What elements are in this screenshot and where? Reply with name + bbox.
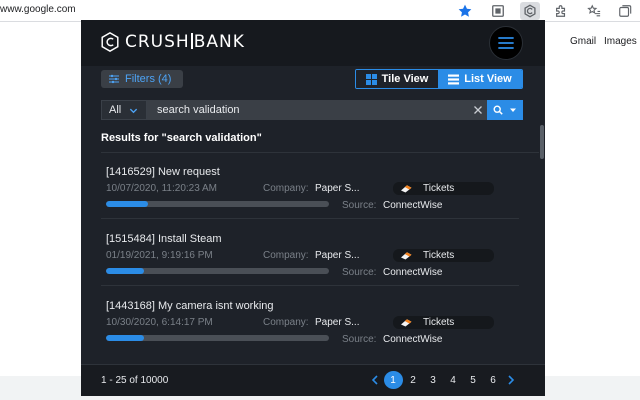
crushbank-logo: CRUSH BANK <box>99 30 245 54</box>
collections-icon <box>619 5 632 17</box>
crushbank-extension-icon <box>524 4 536 18</box>
row-divider <box>101 285 519 286</box>
screenshot-extension-button[interactable] <box>488 2 508 20</box>
result-item[interactable]: [1515484] Install Steam 01/19/2021, 9:19… <box>101 233 519 299</box>
source-value: ConnectWise <box>383 334 443 345</box>
result-item[interactable]: [1443168] My camera isnt working 10/30/2… <box>101 300 519 366</box>
list-view-label: List View <box>464 73 512 85</box>
collections-button[interactable] <box>615 2 635 20</box>
images-link[interactable]: Images <box>604 36 637 47</box>
relevance-bar-fill <box>106 201 149 207</box>
crushbank-popup: CRUSH BANK Filters (4) Tile View List Vie… <box>81 20 545 396</box>
relevance-bar <box>106 201 329 207</box>
search-button[interactable] <box>487 100 523 120</box>
grid-icon <box>365 73 377 85</box>
page-button-5[interactable]: 5 <box>464 371 483 389</box>
company-value: Paper S... <box>315 317 360 328</box>
result-type-tag: Tickets <box>393 316 494 329</box>
result-date: 01/19/2021, 9:19:16 PM <box>106 250 213 261</box>
relevance-bar <box>106 268 329 274</box>
search-scope-select[interactable]: All <box>101 100 147 120</box>
view-toggle: Tile View List View <box>355 69 523 89</box>
source-label: Source: <box>342 200 377 211</box>
popup-header: CRUSH BANK <box>81 20 545 66</box>
search-input[interactable] <box>147 100 469 120</box>
search-icon <box>492 105 503 115</box>
page-button-3[interactable]: 3 <box>424 371 443 389</box>
page-button-6[interactable]: 6 <box>484 371 503 389</box>
result-item[interactable]: [1416529] New request 10/07/2020, 11:20:… <box>101 166 519 232</box>
company-label: Company: <box>263 317 309 328</box>
reading-list-button[interactable] <box>584 2 604 20</box>
company-label: Company: <box>263 250 309 261</box>
browser-toolbar: www.google.com <box>0 0 640 22</box>
chevron-down-icon <box>130 108 138 113</box>
crushbank-logo-icon <box>101 31 119 53</box>
screen-capture-icon <box>492 5 504 17</box>
source-value: ConnectWise <box>383 267 443 278</box>
result-date: 10/30/2020, 6:14:17 PM <box>106 317 213 328</box>
source-value: ConnectWise <box>383 200 443 211</box>
tile-view-button[interactable]: Tile View <box>356 70 438 88</box>
pagination-footer: 1 - 25 of 10000 1 2 3 4 5 6 <box>81 364 545 396</box>
bookmark-star-icon[interactable] <box>457 3 473 19</box>
result-type-label: Tickets <box>423 317 455 328</box>
crushbank-extension-button[interactable] <box>520 2 540 20</box>
results-range: 1 - 25 of 10000 <box>101 375 169 386</box>
page-button-2[interactable]: 2 <box>404 371 423 389</box>
results-scrollbar[interactable] <box>540 125 544 159</box>
results-heading: Results for "search validation" <box>101 132 262 144</box>
previous-page-button[interactable] <box>367 371 383 389</box>
relevance-bar-fill <box>106 335 144 341</box>
result-type-tag: Tickets <box>393 249 494 262</box>
source-label: Source: <box>342 267 377 278</box>
results-divider <box>101 152 539 153</box>
company-value: Paper S... <box>315 250 360 261</box>
page-button-4[interactable]: 4 <box>444 371 463 389</box>
chevron-left-icon <box>371 375 378 385</box>
result-title[interactable]: [1443168] My camera isnt working <box>106 300 274 312</box>
hamburger-menu-button[interactable] <box>489 26 523 60</box>
result-title[interactable]: [1416529] New request <box>106 166 220 178</box>
result-type-label: Tickets <box>423 250 455 261</box>
result-date: 10/07/2020, 11:20:23 AM <box>106 183 218 194</box>
filters-button[interactable]: Filters (4) <box>101 70 183 88</box>
ticket-icon <box>401 319 412 327</box>
caret-down-icon <box>509 108 516 112</box>
relevance-bar-fill <box>106 268 144 274</box>
sliders-icon <box>109 74 119 84</box>
company-label: Company: <box>263 183 309 194</box>
result-type-label: Tickets <box>423 183 455 194</box>
tile-view-label: Tile View <box>381 73 429 85</box>
page-button-1[interactable]: 1 <box>383 371 403 389</box>
next-page-button[interactable] <box>503 371 519 389</box>
gmail-link[interactable]: Gmail <box>570 36 596 47</box>
crushbank-logo-text: CRUSH BANK <box>125 32 245 52</box>
ticket-icon <box>401 252 412 260</box>
row-divider <box>101 218 519 219</box>
clear-search-button[interactable] <box>469 100 487 120</box>
relevance-bar <box>106 335 329 341</box>
puzzle-piece-icon <box>556 5 566 17</box>
filters-label: Filters (4) <box>125 73 172 85</box>
pagination: 1 2 3 4 5 6 <box>367 371 519 389</box>
close-icon <box>474 106 482 114</box>
result-title[interactable]: [1515484] Install Steam <box>106 233 222 245</box>
ticket-icon <box>401 185 412 193</box>
result-type-tag: Tickets <box>393 182 494 195</box>
search-scope-value: All <box>109 104 122 116</box>
extensions-button[interactable] <box>551 2 571 20</box>
chevron-right-icon <box>508 375 515 385</box>
hamburger-menu-icon <box>498 37 514 49</box>
list-icon <box>448 74 460 84</box>
company-value: Paper S... <box>315 183 360 194</box>
source-label: Source: <box>342 334 377 345</box>
star-list-icon <box>587 4 601 17</box>
search-bar: All <box>101 100 523 120</box>
list-view-button[interactable]: List View <box>438 70 522 88</box>
address-bar-url[interactable]: www.google.com <box>0 4 76 15</box>
